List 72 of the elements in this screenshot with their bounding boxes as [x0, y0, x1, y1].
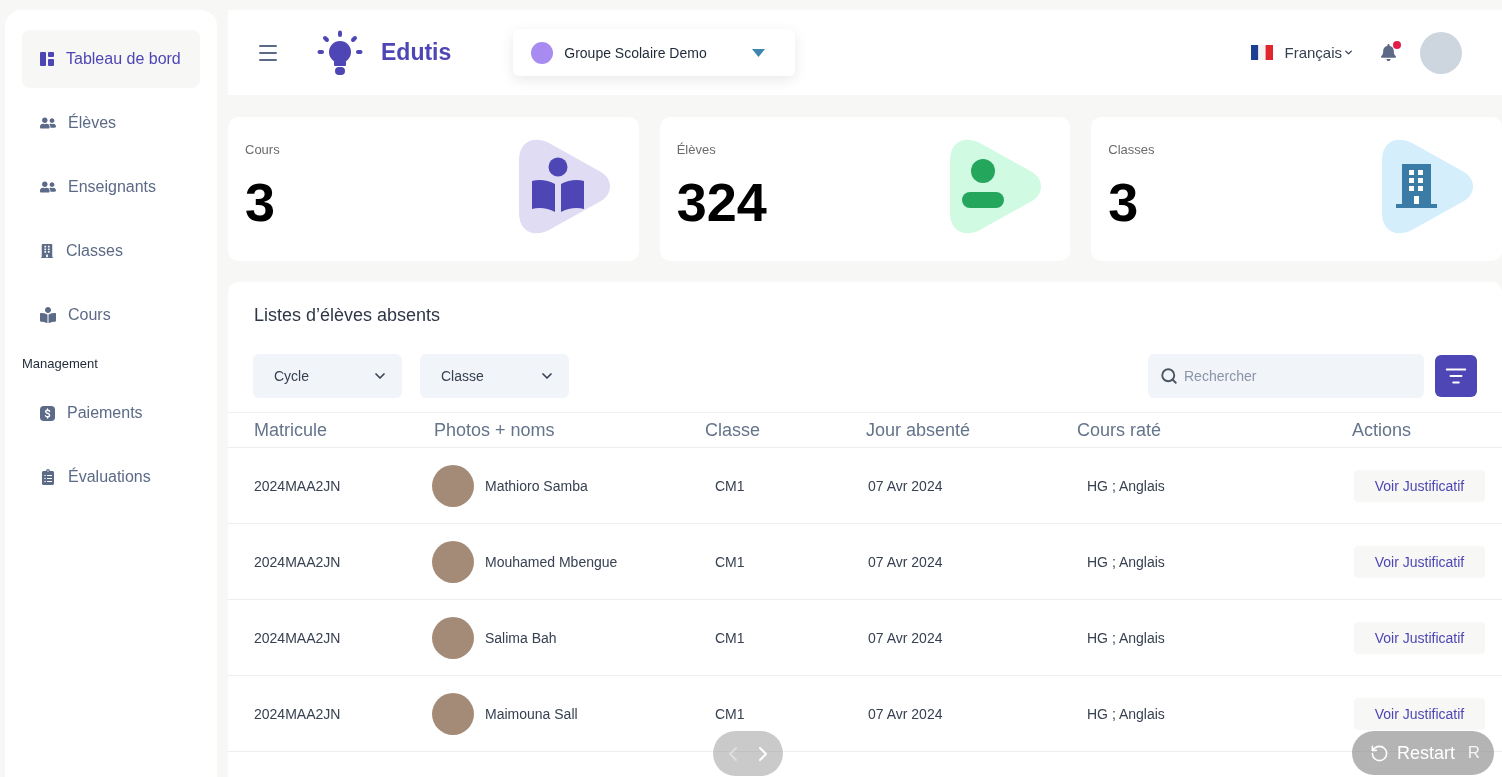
photo-placeholder [432, 616, 474, 659]
table-cell: CM1 [715, 629, 745, 646]
sidebar-item[interactable]: Tableau de bord [22, 30, 200, 88]
photo-placeholder [432, 540, 474, 583]
table-cell: 2024MAA2JN [254, 477, 341, 494]
lightbulb-icon [317, 29, 363, 76]
dashboard-icon [40, 52, 54, 66]
student-name: Mathioro Samba [485, 477, 588, 494]
sidebar-item[interactable]: Paiements [22, 384, 200, 442]
stat-label: Classes [1108, 142, 1155, 158]
bell-icon [1380, 44, 1397, 61]
filter-dropdown[interactable]: Classe [420, 354, 569, 398]
photo-placeholder [432, 464, 474, 507]
table-cell: 2024MAA2JN [254, 553, 341, 570]
brand-name: Edutis [381, 39, 452, 66]
panel-title: Listes d’élèves absents [254, 304, 441, 326]
table-cell: HG ; Anglais [1087, 477, 1165, 494]
chevron-down-icon [1343, 47, 1354, 58]
filter-button[interactable] [1435, 355, 1477, 397]
users-icon [40, 179, 56, 195]
sidebar-item[interactable]: Cours [22, 286, 200, 344]
column-header: Matricule [254, 419, 328, 441]
table-cell: 07 Avr 2024 [868, 705, 943, 722]
dot-icon [531, 41, 554, 64]
table-cell: HG ; Anglais [1087, 705, 1165, 722]
student-name: Salima Bah [485, 629, 557, 646]
table-cell: 2024MAA2JN [254, 629, 341, 646]
restart-icon [1370, 743, 1389, 763]
column-header: Photos + noms [434, 419, 555, 441]
stat-label: Cours [245, 142, 280, 158]
table-cell: 07 Avr 2024 [868, 629, 943, 646]
table-cell: CM1 [715, 705, 745, 722]
table-cell: 2024MAA2JN [254, 705, 341, 722]
flag-icon [1251, 45, 1274, 60]
filter-dropdown[interactable]: Cycle [253, 354, 402, 398]
sidebar-item[interactable]: Élèves [22, 94, 200, 152]
student-name: Maimouna Sall [485, 705, 578, 722]
table-cell: 07 Avr 2024 [868, 477, 943, 494]
table-cell: CM1 [715, 477, 745, 494]
column-header: Actions [1352, 419, 1412, 441]
dollar-icon [40, 405, 55, 421]
sidebar-item[interactable]: Classes [22, 222, 200, 280]
users-icon [40, 115, 56, 131]
table-cell: 07 Avr 2024 [868, 553, 943, 570]
sidebar-item[interactable]: Enseignants [22, 158, 200, 216]
language-selector[interactable]: Français [1284, 44, 1354, 61]
caret-icon [752, 48, 766, 57]
shortcut-key: R [1467, 743, 1480, 763]
table-cell: HG ; Anglais [1087, 553, 1165, 570]
student-name: Mouhamed Mbengue [485, 553, 618, 570]
building-icon [40, 244, 54, 258]
view-justification-button[interactable]: Voir Justificatif [1354, 545, 1485, 578]
view-justification-button[interactable]: Voir Justificatif [1354, 621, 1485, 654]
column-header: Cours raté [1077, 419, 1162, 441]
book-reader-icon [40, 307, 56, 323]
school-selector[interactable]: Groupe Scolaire Demo [513, 29, 796, 76]
table-cell: CM1 [715, 553, 745, 570]
search-icon [1160, 367, 1178, 385]
column-header: Jour absenté [866, 419, 971, 441]
column-header: Classe [705, 419, 761, 441]
view-justification-button[interactable]: Voir Justificatif [1354, 697, 1485, 730]
section-title: Management [22, 355, 99, 373]
clipboard-list-icon [40, 469, 56, 485]
table-cell: HG ; Anglais [1087, 629, 1165, 646]
sidebar-item[interactable]: Évaluations [22, 448, 200, 506]
stat-value: 324 [676, 175, 767, 229]
search-field[interactable]: Rechercher [1148, 354, 1424, 398]
stat-label: Élèves [676, 142, 716, 158]
photo-placeholder [432, 692, 474, 735]
stat-value: 3 [1108, 175, 1139, 229]
stat-value: 3 [245, 175, 276, 229]
view-justification-button[interactable]: Voir Justificatif [1354, 469, 1485, 502]
